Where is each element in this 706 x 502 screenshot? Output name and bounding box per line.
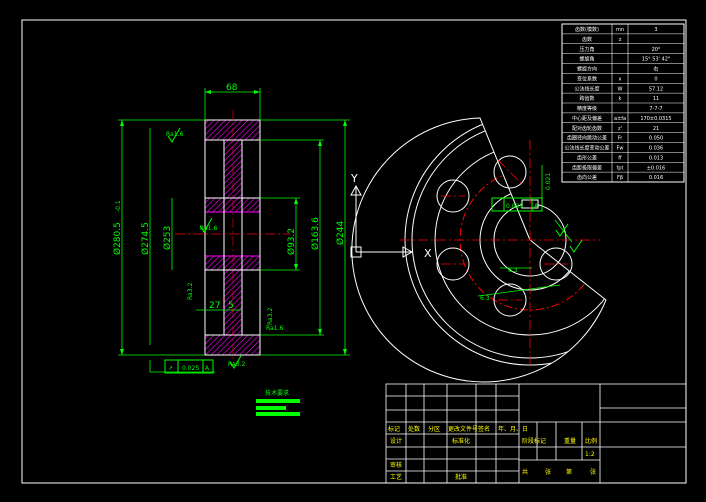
svg-text:比例: 比例 bbox=[585, 437, 597, 445]
svg-text:标准化: 标准化 bbox=[452, 437, 470, 445]
spec-row-14-symbol: fpt bbox=[617, 165, 624, 171]
svg-text:张: 张 bbox=[545, 468, 551, 476]
spec-row-12-value: 0.036 bbox=[649, 146, 663, 152]
spec-row-2-label: 压力角 bbox=[579, 46, 594, 53]
svg-text:第: 第 bbox=[566, 468, 572, 476]
roughness-5: Ra1.6 bbox=[266, 325, 283, 332]
spec-row-5-symbol: x bbox=[619, 76, 622, 82]
spec-row-13-symbol: ff bbox=[618, 155, 622, 161]
dim-tip-diameter: Ø280.5 bbox=[112, 222, 123, 255]
spec-row-7-value: 11 bbox=[653, 96, 659, 102]
spec-row-7-symbol: k bbox=[619, 96, 622, 102]
rim-hatch-top bbox=[204, 119, 261, 141]
roughness-2: Ra1.6 bbox=[200, 225, 217, 232]
roughness-1: Ra1.6 bbox=[166, 131, 183, 138]
spec-row-6-label: 公法线长度 bbox=[574, 85, 599, 92]
gear-engineering-drawing: 68 Ø280.5 -0.1 Ø274.5 Ø253 Ø93.2 Ø163.6 … bbox=[21, 19, 687, 484]
roughness-6: Ra3.2 bbox=[228, 361, 245, 368]
svg-text:签名: 签名 bbox=[478, 425, 490, 433]
spec-row-0-symbol: mn bbox=[616, 27, 624, 33]
spec-row-11-label: 齿圈径向跳动公差 bbox=[567, 135, 607, 142]
spec-row-4-label: 螺旋方向 bbox=[577, 66, 597, 73]
dim-width: 68 bbox=[226, 83, 238, 93]
spec-row-14-label: 齿距极限偏差 bbox=[572, 164, 602, 171]
svg-text:分区: 分区 bbox=[428, 425, 440, 433]
svg-text:阶段标记: 阶段标记 bbox=[522, 437, 546, 445]
spec-row-9-value: 170±0.0315 bbox=[640, 116, 671, 122]
dim-rim: Ø244 bbox=[335, 220, 346, 245]
spec-row-8-label: 精度等级 bbox=[577, 105, 597, 112]
axis-x-label: X bbox=[424, 247, 432, 260]
spec-row-9-label: 中心距及偏差 bbox=[572, 115, 602, 122]
cad-drawing-canvas: 68 Ø280.5 -0.1 Ø274.5 Ø253 Ø93.2 Ø163.6 … bbox=[0, 0, 706, 498]
svg-text:处数: 处数 bbox=[408, 425, 420, 433]
spec-row-6-symbol: W bbox=[618, 86, 623, 92]
ucs-icon bbox=[350, 184, 414, 258]
svg-text:0.025: 0.025 bbox=[506, 203, 523, 210]
gear-parameter-table: 齿数(模数) mn 3 齿数 z 压力角 20° 螺旋角 15° 53' 42" 螺旋方向 右变位系… bbox=[561, 23, 685, 183]
spec-row-10-symbol: z' bbox=[618, 126, 622, 132]
tech-requirements: 技术要求 bbox=[256, 389, 300, 416]
angle-dim-2: 6.3 bbox=[480, 295, 490, 302]
svg-text:↗: ↗ bbox=[168, 365, 173, 372]
svg-text:重量: 重量 bbox=[564, 437, 576, 445]
hub-hatch-top bbox=[204, 197, 261, 213]
svg-text:工艺: 工艺 bbox=[390, 473, 402, 481]
svg-text:更改文件号: 更改文件号 bbox=[448, 425, 478, 433]
svg-text:1:2: 1:2 bbox=[585, 451, 595, 458]
dim-hub-offset2: 5 bbox=[228, 301, 234, 311]
svg-text:批准: 批准 bbox=[455, 473, 467, 481]
rim-hatch-bottom bbox=[204, 334, 261, 356]
spec-row-8-value: 7-7-7 bbox=[649, 106, 662, 112]
spec-row-0-value: 3 bbox=[654, 27, 657, 33]
title-block: 标记 处数 分区 更改文件号 签名 年、月、日 设计 标准化 阶段标记 重量 比… bbox=[385, 383, 687, 484]
spec-row-12-label: 公法线长度变动公差 bbox=[564, 145, 609, 152]
spec-row-5-value: 0 bbox=[654, 76, 657, 82]
svg-text:A: A bbox=[205, 365, 210, 372]
spec-row-0-label: 齿数(模数) bbox=[575, 26, 599, 33]
hub-hatch-bottom bbox=[204, 255, 261, 271]
spec-row-3-label: 螺旋角 bbox=[579, 56, 594, 63]
spec-row-5-label: 变位系数 bbox=[577, 75, 597, 82]
svg-text:张: 张 bbox=[590, 468, 596, 476]
svg-text:共: 共 bbox=[522, 468, 528, 476]
spec-row-1-symbol: z bbox=[619, 37, 622, 43]
roughness-3: Ra3.2 bbox=[187, 283, 194, 300]
spec-row-15-symbol: Fβ bbox=[617, 175, 623, 181]
spec-row-15-value: 0.016 bbox=[649, 175, 663, 181]
spec-row-11-value: 0.050 bbox=[649, 136, 663, 142]
spec-row-14-value: ±0.016 bbox=[647, 165, 666, 171]
spec-row-7-label: 跨齿数 bbox=[579, 95, 594, 102]
spec-row-3-value: 15° 53' 42" bbox=[642, 57, 670, 63]
svg-text:审核: 审核 bbox=[390, 461, 402, 469]
spec-row-12-symbol: Fw bbox=[617, 146, 624, 152]
spec-row-6-value: 57.12 bbox=[649, 86, 663, 92]
dim-bore: Ø93.2 bbox=[286, 228, 297, 255]
svg-text:年、月、日: 年、月、日 bbox=[498, 425, 528, 433]
tech-requirements-title: 技术要求 bbox=[265, 389, 289, 397]
dim-root-diameter: Ø274.5 bbox=[140, 222, 151, 255]
dim-hub: Ø163.6 bbox=[310, 217, 321, 250]
svg-text:标记: 标记 bbox=[388, 425, 400, 433]
angle-dim-1: 6.3 bbox=[508, 267, 518, 274]
spec-row-10-value: 21 bbox=[653, 126, 659, 132]
axis-y-label: Y bbox=[350, 172, 358, 185]
runout-tolerance-frame: ↗ 0.025 A bbox=[164, 359, 214, 374]
spec-row-1-label: 齿数 bbox=[582, 36, 592, 43]
spec-row-10-label: 配对齿轮齿数 bbox=[572, 125, 602, 132]
spec-row-15-label: 齿向公差 bbox=[577, 174, 597, 181]
svg-text:设计: 设计 bbox=[390, 437, 402, 445]
roughness-4: Ra3.2 bbox=[267, 308, 274, 325]
dim-tip-tolerance: -0.1 bbox=[115, 200, 122, 212]
dim-hub-offset: 27 bbox=[209, 301, 220, 311]
spec-row-9-symbol: a±fa bbox=[614, 116, 626, 122]
keyway-dim: 0.021 bbox=[545, 173, 552, 190]
spec-row-13-value: 0.013 bbox=[649, 155, 663, 161]
side-section-view: 68 Ø280.5 -0.1 Ø274.5 Ø253 Ø93.2 Ø163.6 … bbox=[112, 83, 350, 374]
svg-text:0.025: 0.025 bbox=[182, 365, 199, 372]
dim-web-inner: Ø253 bbox=[162, 226, 173, 250]
spec-row-2-value: 20° bbox=[652, 47, 661, 53]
spec-row-13-label: 齿形公差 bbox=[577, 154, 597, 161]
spec-row-4-value: 右 bbox=[653, 66, 658, 73]
